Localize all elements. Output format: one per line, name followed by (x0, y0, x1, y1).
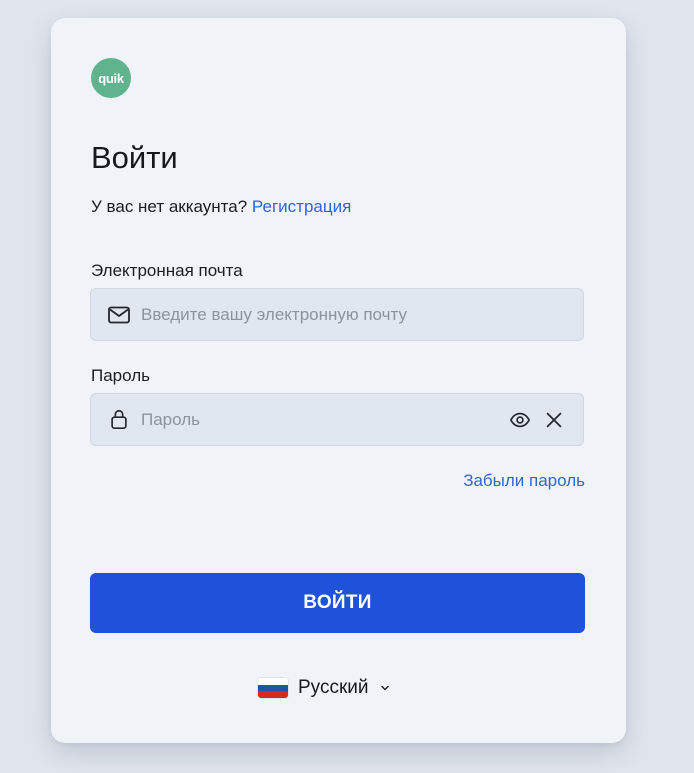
envelope-icon (108, 306, 130, 324)
signup-link[interactable]: Регистрация (252, 197, 351, 216)
language-label: Русский (298, 677, 369, 698)
signup-prompt: У вас нет аккаунта? Регистрация (91, 196, 351, 218)
forgot-password-link[interactable]: Забыли пароль (463, 470, 585, 492)
lock-icon (111, 409, 127, 429)
close-icon[interactable] (543, 409, 565, 431)
password-field[interactable] (141, 394, 481, 445)
logo-text: quik (98, 70, 124, 86)
russia-flag-icon (258, 678, 288, 698)
login-button[interactable]: ВОЙТИ (90, 573, 585, 633)
email-field-container[interactable] (90, 288, 584, 341)
email-label: Электронная почта (91, 261, 243, 280)
email-field[interactable] (141, 289, 481, 340)
quik-logo: quik (91, 58, 131, 98)
chevron-down-icon (380, 685, 389, 691)
eye-icon[interactable] (509, 409, 531, 431)
no-account-text: У вас нет аккаунта? (91, 197, 248, 216)
language-selector[interactable]: Русский (258, 674, 391, 702)
login-card: quik Войти У вас нет аккаунта? Регистрац… (51, 18, 626, 743)
password-label: Пароль (91, 366, 150, 385)
password-field-container[interactable] (90, 393, 584, 446)
page-title: Войти (91, 140, 178, 175)
